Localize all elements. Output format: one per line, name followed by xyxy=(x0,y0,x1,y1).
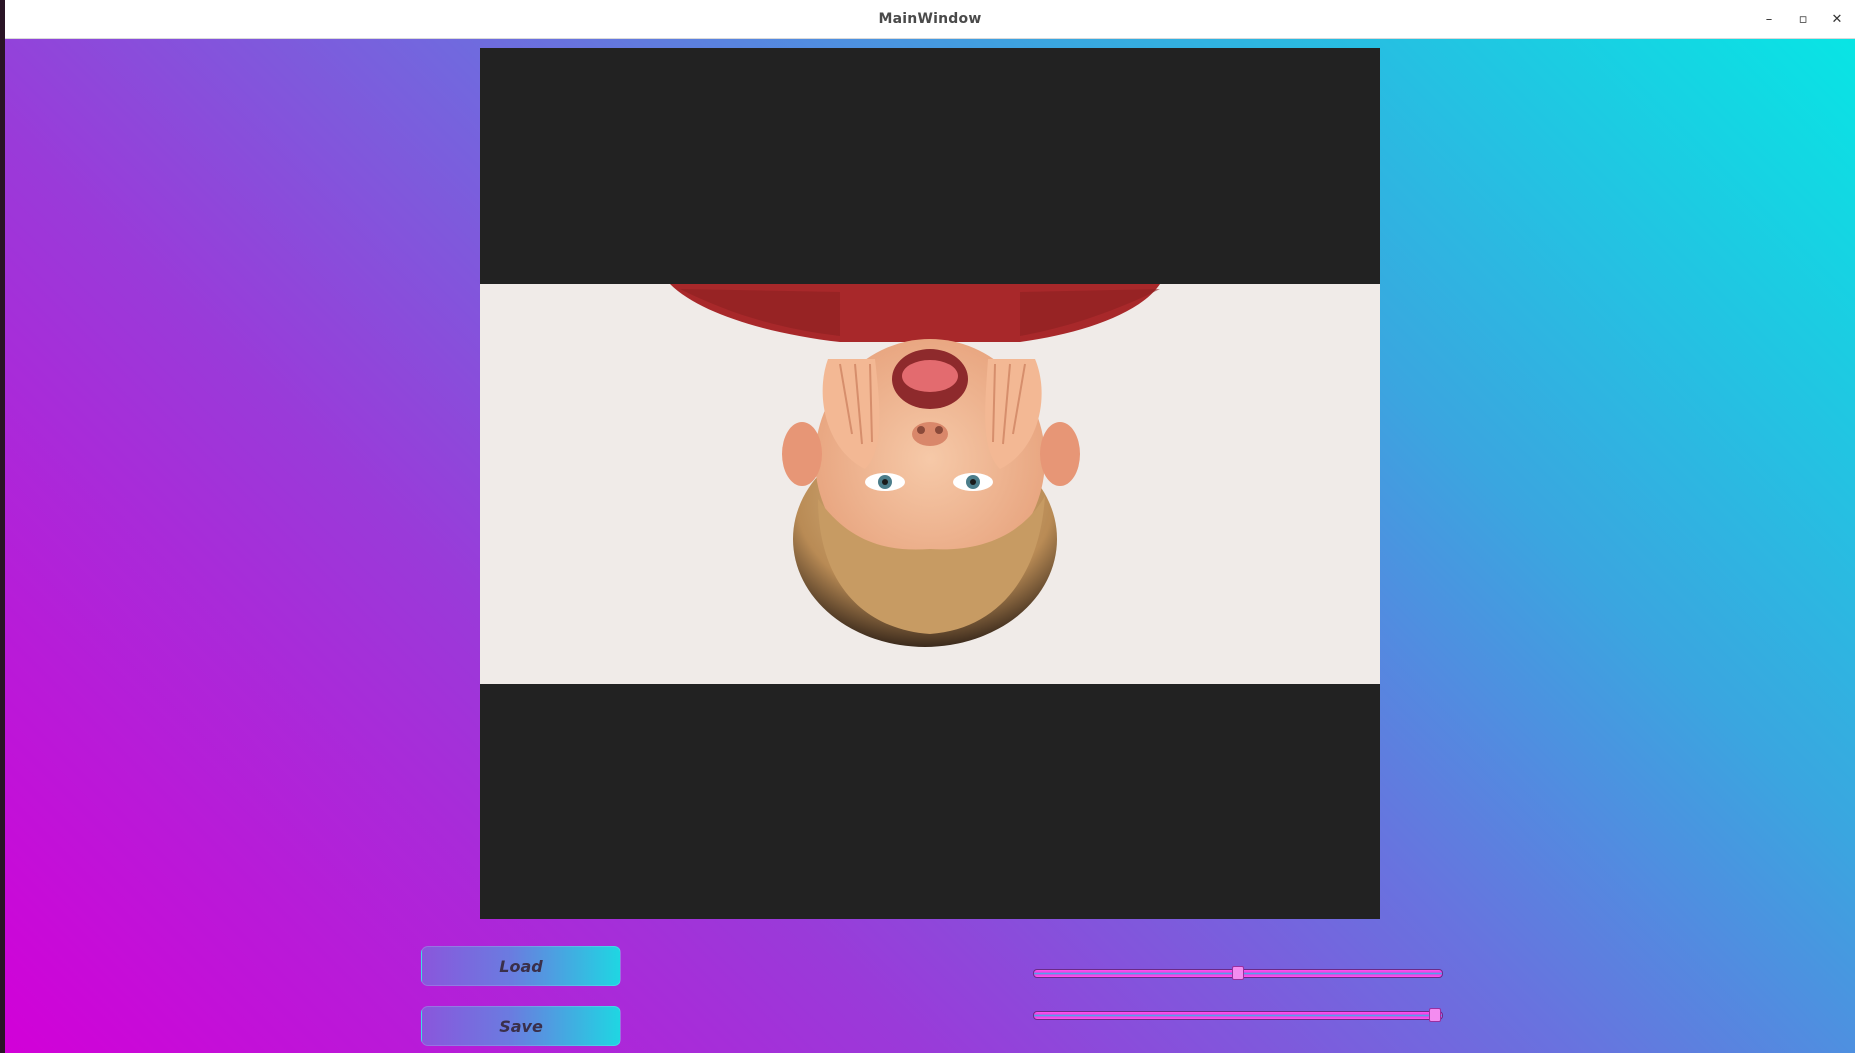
slider-handle[interactable] xyxy=(1429,1008,1441,1022)
slider-handle[interactable] xyxy=(1232,966,1244,980)
minimize-icon[interactable]: – xyxy=(1759,10,1779,30)
slider-1[interactable] xyxy=(1033,966,1443,980)
save-button[interactable]: Save xyxy=(421,1006,621,1046)
photo xyxy=(480,284,1380,684)
window-title: MainWindow xyxy=(878,11,982,27)
image-view xyxy=(480,48,1380,919)
main-content: Load Save xyxy=(5,39,1855,1053)
main-window: MainWindow – ▫ ✕ Load Save xyxy=(5,0,1855,1053)
upside-down-portrait-image xyxy=(670,284,1160,647)
title-bar: MainWindow – ▫ ✕ xyxy=(5,0,1855,39)
maximize-icon[interactable]: ▫ xyxy=(1793,10,1813,30)
close-icon[interactable]: ✕ xyxy=(1827,10,1847,30)
slider-track[interactable] xyxy=(1033,1011,1443,1020)
load-button[interactable]: Load xyxy=(421,946,621,986)
slider-2[interactable] xyxy=(1033,1008,1443,1022)
